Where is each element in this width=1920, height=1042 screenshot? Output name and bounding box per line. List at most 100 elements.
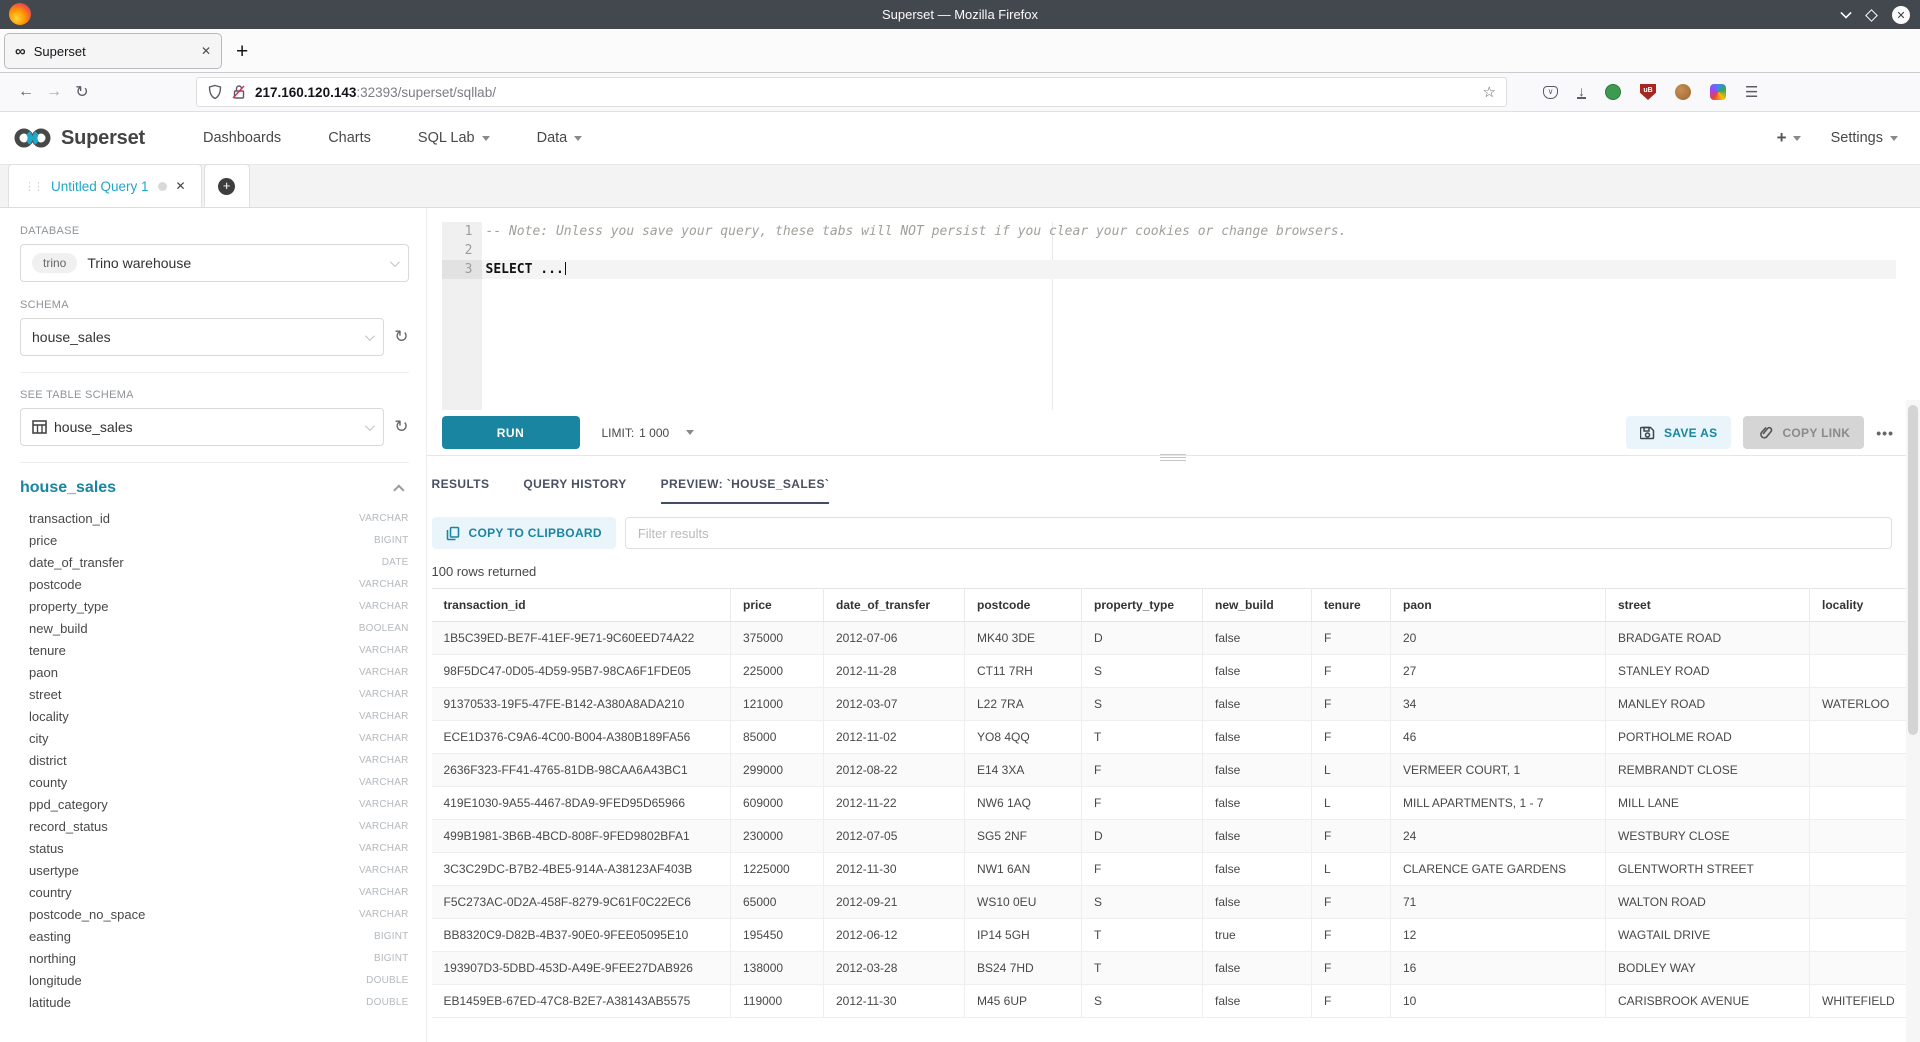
browser-tab[interactable]: ∞ Superset ✕ (4, 33, 222, 69)
window-maximize-icon[interactable] (1865, 9, 1878, 22)
schema-column-row[interactable]: easting BIGINT (20, 925, 409, 947)
cookie-extension-icon[interactable] (1675, 84, 1691, 100)
grid-column-header[interactable]: postcode (965, 589, 1082, 622)
schema-column-row[interactable]: longitude DOUBLE (20, 969, 409, 991)
grid-row[interactable]: 2636F323-FF41-4765-81DB-98CAA6A43BC1 299… (432, 754, 1920, 787)
superset-brand[interactable]: Superset (14, 126, 145, 150)
filter-results-input[interactable] (625, 517, 1892, 549)
schema-column-row[interactable]: transaction_id VARCHAR (20, 507, 409, 529)
add-query-tab[interactable]: + (204, 164, 250, 207)
run-button[interactable]: RUN (442, 416, 580, 449)
tab-preview-house-sales[interactable]: PREVIEW: `HOUSE_SALES` (661, 477, 830, 504)
copy-link-button[interactable]: COPY LINK (1743, 416, 1864, 449)
schema-column-row[interactable]: county VARCHAR (20, 771, 409, 793)
forward-icon[interactable]: → (40, 83, 68, 101)
schema-column-row[interactable]: paon VARCHAR (20, 661, 409, 683)
grid-column-header[interactable]: date_of_transfer (824, 589, 965, 622)
schema-column-row[interactable]: record_status VARCHAR (20, 815, 409, 837)
schema-column-row[interactable]: tenure VARCHAR (20, 639, 409, 661)
refresh-schema-icon[interactable]: ↻ (394, 327, 408, 347)
collapse-chevron-icon[interactable] (393, 484, 404, 495)
grid-row[interactable]: 193907D3-5DBD-453D-A49E-9FEE27DAB926 138… (432, 952, 1920, 985)
schema-column-row[interactable]: price BIGINT (20, 529, 409, 551)
tab-close-icon[interactable]: ✕ (201, 44, 211, 58)
reload-icon[interactable]: ↻ (68, 82, 96, 102)
nav-data[interactable]: Data (537, 130, 583, 146)
schema-column-row[interactable]: northing BIGINT (20, 947, 409, 969)
schema-column-row[interactable]: property_type VARCHAR (20, 595, 409, 617)
schema-column-row[interactable]: country VARCHAR (20, 881, 409, 903)
grid-column-header[interactable]: paon (1391, 589, 1606, 622)
grid-column-header[interactable]: property_type (1082, 589, 1203, 622)
schema-column-row[interactable]: date_of_transfer DATE (20, 551, 409, 573)
schema-column-row[interactable]: postcode VARCHAR (20, 573, 409, 595)
grid-column-header[interactable]: price (731, 589, 824, 622)
nav-sql-lab[interactable]: SQL Lab (418, 130, 490, 146)
schema-column-row[interactable]: latitude DOUBLE (20, 991, 409, 1013)
grid-row[interactable]: ECE1D376-C9A6-4C00-B004-A380B189FA56 850… (432, 721, 1920, 754)
scrollbar-track[interactable] (1906, 400, 1920, 1042)
nav-charts[interactable]: Charts (328, 130, 371, 146)
grid-column-header[interactable]: new_build (1203, 589, 1312, 622)
schema-column-row[interactable]: locality VARCHAR (20, 705, 409, 727)
window-minimize-icon[interactable] (1840, 7, 1851, 18)
grid-row[interactable]: 419E1030-9A55-4467-8DA9-9FED95D65966 609… (432, 787, 1920, 820)
schema-column-row[interactable]: usertype VARCHAR (20, 859, 409, 881)
grid-row[interactable]: F5C273AC-0D2A-458F-8279-9C61F0C22EC6 650… (432, 886, 1920, 919)
extension-icon[interactable] (1710, 84, 1726, 100)
refresh-table-icon[interactable]: ↻ (394, 417, 408, 437)
bookmark-star-icon[interactable]: ☆ (1483, 83, 1496, 101)
grid-row[interactable]: 3C3C29DC-B7B2-4BE5-914A-A38123AF403B 122… (432, 853, 1920, 886)
pane-resize-handle[interactable] (1160, 452, 1186, 461)
grid-row[interactable]: 499B1981-3B6B-4BCD-808F-9FED9802BFA1 230… (432, 820, 1920, 853)
schema-select[interactable]: house_sales (20, 318, 384, 356)
table-title[interactable]: house_sales (20, 479, 116, 497)
schema-column-row[interactable]: street VARCHAR (20, 683, 409, 705)
schema-column-row[interactable]: new_build BOOLEAN (20, 617, 409, 639)
tab-results[interactable]: RESULTS (432, 477, 490, 504)
ublock-icon[interactable]: uB (1640, 84, 1656, 100)
schema-column-row[interactable]: postcode_no_space VARCHAR (20, 903, 409, 925)
pocket-icon[interactable]: ∨ (1543, 86, 1558, 99)
editor-content[interactable]: -- Note: Unless you save your query, the… (482, 222, 1897, 410)
table-schema-select[interactable]: house_sales (20, 408, 384, 446)
grid-column-header[interactable]: street (1606, 589, 1810, 622)
database-engine-badge: trino (32, 253, 77, 273)
tracking-shield-icon[interactable] (207, 84, 223, 100)
new-tab-button[interactable]: + (236, 40, 248, 64)
query-tab-close-icon[interactable]: ✕ (176, 179, 186, 193)
tab-query-history[interactable]: QUERY HISTORY (523, 477, 626, 504)
cell-new-build: false (1203, 688, 1312, 721)
more-options-button[interactable]: ••• (1876, 425, 1894, 441)
scrollbar-thumb[interactable] (1908, 405, 1918, 735)
grid-row[interactable]: 91370533-19F5-47FE-B142-A380A8ADA210 121… (432, 688, 1920, 721)
limit-dropdown[interactable]: LIMIT: 1 000 (602, 426, 695, 440)
drag-handle-icon[interactable]: ⋮⋮ (24, 180, 42, 193)
schema-column-row[interactable]: status VARCHAR (20, 837, 409, 859)
settings-menu[interactable]: Settings (1831, 130, 1898, 146)
new-item-button[interactable]: + (1777, 128, 1801, 148)
grid-row[interactable]: EB1459EB-67ED-47C8-B2E7-A38143AB5575 119… (432, 985, 1920, 1018)
grid-column-header[interactable]: locality (1810, 589, 1920, 622)
downloads-icon[interactable]: ↓ (1577, 85, 1586, 99)
sql-editor[interactable]: 1 2 3 -- Note: Unless you save your quer… (442, 222, 1897, 410)
window-close-icon[interactable]: ✕ (1892, 6, 1910, 24)
grid-column-header[interactable]: tenure (1312, 589, 1391, 622)
url-bar[interactable]: 217.160.120.143:32393/superset/sqllab/ ☆ (196, 77, 1507, 107)
database-select[interactable]: trino Trino warehouse (20, 244, 409, 282)
nav-dashboards[interactable]: Dashboards (203, 130, 281, 146)
schema-column-row[interactable]: ppd_category VARCHAR (20, 793, 409, 815)
save-as-button[interactable]: SAVE AS (1626, 416, 1731, 449)
grid-column-header[interactable]: transaction_id (432, 589, 731, 622)
back-icon[interactable]: ← (12, 83, 40, 101)
query-tab[interactable]: ⋮⋮ Untitled Query 1 ✕ (8, 164, 202, 207)
schema-column-row[interactable]: district VARCHAR (20, 749, 409, 771)
copy-to-clipboard-button[interactable]: COPY TO CLIPBOARD (432, 517, 616, 549)
grid-row[interactable]: BB8320C9-D82B-4B37-90E0-9FEE05095E10 195… (432, 919, 1920, 952)
insecure-lock-icon[interactable] (231, 84, 247, 100)
privacy-extension-icon[interactable] (1605, 84, 1621, 100)
grid-row[interactable]: 98F5DC47-0D05-4D59-95B7-98CA6F1FDE05 225… (432, 655, 1920, 688)
schema-column-row[interactable]: city VARCHAR (20, 727, 409, 749)
grid-row[interactable]: 1B5C39ED-BE7F-41EF-9E71-9C60EED74A22 375… (432, 622, 1920, 655)
hamburger-menu-icon[interactable]: ☰ (1745, 83, 1758, 101)
